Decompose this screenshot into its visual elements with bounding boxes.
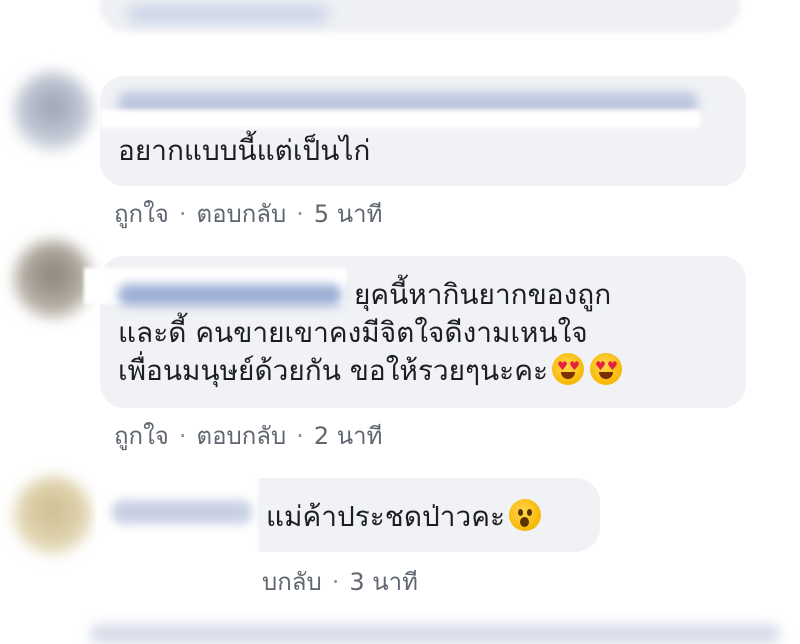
like-link[interactable]: ถูกใจ bbox=[114, 194, 169, 233]
avatar[interactable] bbox=[14, 72, 92, 150]
comment-text-line: และดี้ คนขายเขาคงมีจิตใจดีงามเหนใจ bbox=[118, 316, 588, 349]
reply-link[interactable]: บกลับ bbox=[262, 562, 322, 601]
separator-dot: · bbox=[331, 568, 340, 596]
separator-dot: · bbox=[296, 200, 304, 228]
separator-dot: · bbox=[178, 422, 187, 450]
timestamp[interactable]: 5 นาที bbox=[314, 194, 383, 233]
commenter-name-blurred[interactable] bbox=[118, 284, 342, 306]
like-link[interactable]: ถูกใจ bbox=[114, 416, 169, 455]
blurred-text bbox=[128, 6, 328, 22]
avatar[interactable] bbox=[14, 240, 92, 318]
previous-comment-bubble bbox=[100, 0, 740, 32]
timestamp[interactable]: 2 นาที bbox=[314, 416, 383, 455]
heart-eyes-emoji-icon: ♥ ♥ bbox=[552, 353, 584, 385]
reply-link[interactable]: ตอบกลับ bbox=[196, 194, 286, 233]
blurred-footer-text bbox=[90, 624, 780, 644]
comment-actions: บกลับ · 3 นาที bbox=[262, 562, 418, 601]
avatar[interactable] bbox=[14, 476, 92, 554]
surprised-emoji-icon bbox=[508, 499, 541, 531]
comment-text-content: แม่ค้าประชดป่าวคะ bbox=[266, 500, 505, 533]
comment-text-line-content: เพื่อนมนุษย์ด้วยกัน ขอให้รวยๆนะคะ bbox=[118, 354, 548, 387]
comment-actions: ถูกใจ · ตอบกลับ · 2 นาที bbox=[114, 416, 382, 455]
separator-dot: · bbox=[296, 422, 304, 450]
comment-text: อยากแบบนี้แต่เป็นไก่ bbox=[118, 134, 371, 167]
reply-link[interactable]: ตอบกลับ bbox=[196, 416, 286, 455]
timestamp[interactable]: 3 นาที bbox=[349, 562, 418, 601]
comment-text-line: แม่ค้าประชดป่าวคะ bbox=[266, 498, 541, 536]
commenter-name-blurred[interactable] bbox=[112, 500, 252, 524]
redaction-block bbox=[100, 110, 700, 128]
comment-text-line: เพื่อนมนุษย์ด้วยกัน ขอให้รวยๆนะคะ ♥ ♥ ♥ ♥ bbox=[118, 352, 622, 390]
comment-actions: ถูกใจ · ตอบกลับ · 5 นาที bbox=[114, 194, 382, 233]
separator-dot: · bbox=[178, 200, 187, 228]
heart-eyes-emoji-icon: ♥ ♥ bbox=[590, 353, 622, 385]
comment-text-line: ยุคนี้หากินยากของถูก bbox=[354, 278, 612, 311]
